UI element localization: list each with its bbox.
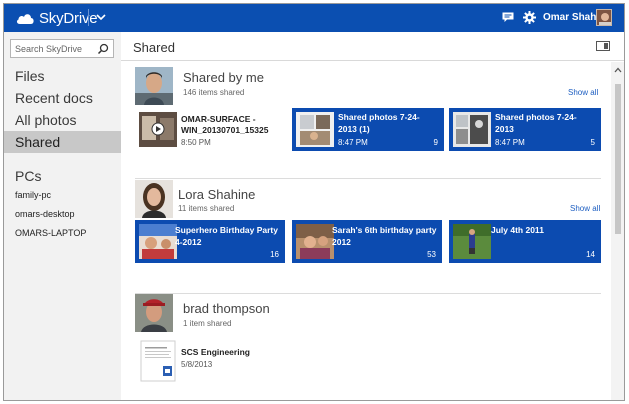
cloud-icon bbox=[16, 13, 34, 24]
scrollbar-thumb[interactable] bbox=[615, 84, 621, 234]
tile-date: 8:47 PM bbox=[338, 138, 368, 147]
page-title: Shared bbox=[133, 40, 175, 55]
chevron-down-icon[interactable] bbox=[95, 11, 107, 23]
tile-date: 8:50 PM bbox=[181, 138, 211, 147]
album-thumbnail bbox=[139, 224, 177, 259]
scroll-up-icon[interactable] bbox=[614, 67, 622, 73]
pcs-heading: PCs bbox=[15, 168, 42, 184]
shared-album-tile[interactable]: Superhero Birthday Party 4-2012 16 bbox=[135, 220, 285, 263]
shared-album-tile[interactable]: Shared photos 7-24- 2013 8:47 PM 5 bbox=[449, 108, 601, 151]
search-box bbox=[10, 39, 114, 58]
logo-divider bbox=[88, 9, 89, 26]
video-thumbnail bbox=[139, 112, 177, 147]
section-item-count: 146 items shared bbox=[183, 88, 245, 97]
show-all-link[interactable]: Show all bbox=[568, 88, 598, 97]
nav-item-recent-docs[interactable]: Recent docs bbox=[4, 87, 121, 109]
chat-icon[interactable] bbox=[502, 12, 514, 23]
section-divider bbox=[135, 178, 601, 179]
tile-item-count: 5 bbox=[590, 138, 595, 147]
shared-album-tile[interactable]: Shared photos 7-24- 2013 (1) 8:47 PM 9 bbox=[292, 108, 444, 151]
tile-title-line1: Shared photos 7-24- bbox=[495, 112, 577, 122]
tile-date: 5/8/2013 bbox=[181, 360, 213, 369]
album-thumbnail bbox=[453, 224, 491, 259]
tile-title-line2: WIN_20130701_15325 bbox=[181, 125, 269, 135]
section-item-count: 1 item shared bbox=[183, 319, 232, 328]
tile-title-line1: Sarah's 6th birthday party bbox=[332, 225, 437, 235]
skydrive-logo[interactable]: SkyDrive bbox=[15, 9, 98, 27]
tile-item-count: 16 bbox=[270, 250, 279, 259]
sidebar: Files Recent docs All photos Shared PCs … bbox=[4, 32, 121, 400]
section-owner-name[interactable]: brad thompson bbox=[183, 301, 270, 316]
tile-item-count: 53 bbox=[427, 250, 436, 259]
shared-section-brad: brad thompson 1 item shared SCS Engineer… bbox=[121, 294, 611, 400]
search-input[interactable] bbox=[15, 42, 91, 56]
nav-item-all-photos[interactable]: All photos bbox=[4, 109, 121, 131]
top-bar: SkyDrive Omar Shahine bbox=[4, 4, 624, 32]
album-thumbnail bbox=[296, 224, 334, 259]
details-pane-icon[interactable] bbox=[596, 41, 610, 51]
album-thumbnail bbox=[296, 112, 334, 147]
shared-document-tile[interactable]: SCS Engineering 5/8/2013 bbox=[135, 338, 295, 384]
tile-item-count: 9 bbox=[433, 138, 438, 147]
title-divider bbox=[121, 60, 624, 61]
gear-icon[interactable] bbox=[523, 11, 536, 24]
section-item-count: 11 items shared bbox=[178, 204, 235, 213]
document-thumbnail bbox=[139, 340, 177, 382]
section-owner-name[interactable]: Shared by me bbox=[183, 70, 264, 85]
pc-item-omars-laptop[interactable]: OMARS-LAPTOP bbox=[15, 228, 86, 238]
tile-title-line1: Superhero Birthday Party bbox=[175, 225, 278, 235]
tile-title-line1: Shared photos 7-24- bbox=[338, 112, 420, 122]
tile-title-line1: SCS Engineering bbox=[181, 347, 250, 357]
pc-item-omars-desktop[interactable]: omars-desktop bbox=[15, 209, 75, 219]
section-owner-name[interactable]: Lora Shahine bbox=[178, 187, 255, 202]
avatar[interactable] bbox=[135, 294, 173, 332]
shared-section-lora: Lora Shahine 11 items shared Show all Su… bbox=[121, 180, 611, 294]
tile-title-line2: 2012 bbox=[332, 237, 351, 247]
app-window: SkyDrive Omar Shahine Search SkyDrive Fi… bbox=[3, 3, 625, 401]
avatar[interactable] bbox=[135, 67, 173, 105]
tile-title-line2: 2013 bbox=[495, 124, 514, 134]
nav-item-files[interactable]: Files bbox=[4, 65, 121, 87]
tile-title-line1: July 4th 2011 bbox=[491, 225, 544, 235]
album-thumbnail bbox=[453, 112, 491, 147]
search-icon[interactable] bbox=[97, 43, 109, 55]
show-all-link[interactable]: Show all bbox=[570, 204, 600, 213]
tile-date: 8:47 PM bbox=[495, 138, 525, 147]
pc-item-family-pc[interactable]: family-pc bbox=[15, 190, 51, 200]
tile-item-count: 14 bbox=[586, 250, 595, 259]
main-content: Shared Shared by me 146 items shared Sho… bbox=[121, 32, 624, 400]
user-avatar[interactable] bbox=[596, 9, 612, 26]
shared-item-tile[interactable]: OMAR-SURFACE - WIN_20130701_15325 8:50 P… bbox=[135, 108, 287, 151]
nav-item-shared[interactable]: Shared bbox=[4, 131, 121, 153]
shared-album-tile[interactable]: July 4th 2011 14 bbox=[449, 220, 601, 263]
tile-title-line2: 2013 (1) bbox=[338, 124, 370, 134]
avatar[interactable] bbox=[135, 180, 173, 218]
tile-title-line2: 4-2012 bbox=[175, 237, 202, 247]
shared-album-tile[interactable]: Sarah's 6th birthday party 2012 53 bbox=[292, 220, 442, 263]
